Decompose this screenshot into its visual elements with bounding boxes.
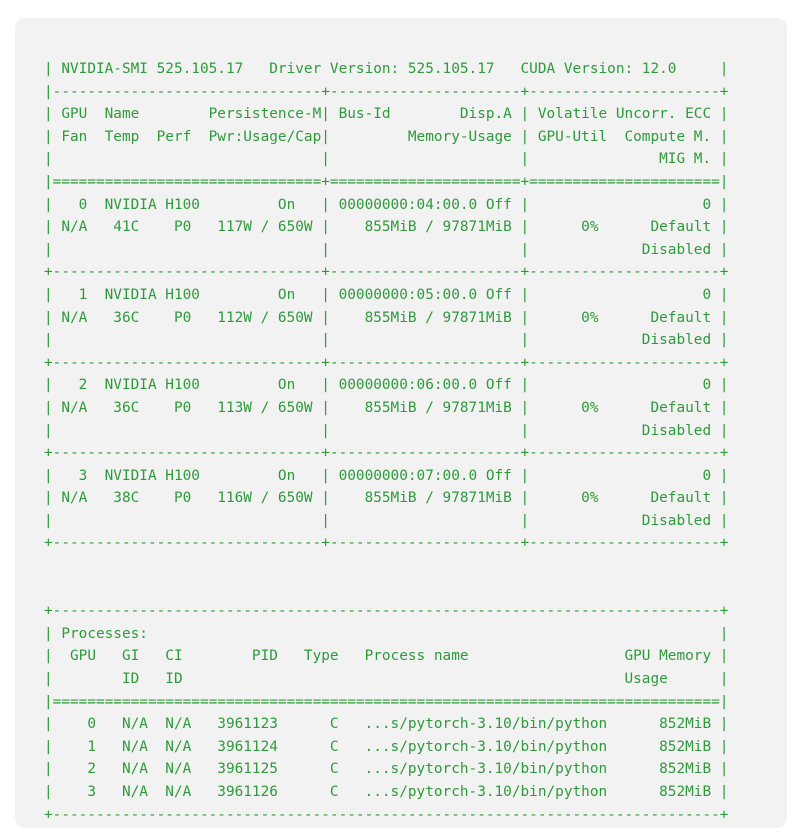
- gpu-table-header-row: | GPU Name Persistence-M| Bus-Id Disp.A …: [44, 106, 729, 123]
- gpu-row-2-line-2: | N/A 36C P0 113W / 650W | 855MiB / 9787…: [44, 399, 729, 416]
- gpu-row-0-line-2: | N/A 41C P0 117W / 650W | 855MiB / 9787…: [44, 219, 729, 236]
- processes-top-border: +---------------------------------------…: [44, 603, 729, 620]
- processes-bottom-border: +---------------------------------------…: [44, 806, 729, 823]
- gpu-row-3-line-2: | N/A 38C P0 116W / 650W | 855MiB / 9787…: [44, 490, 729, 507]
- gpu-row-0-line-1: | 0 NVIDIA H100 On | 00000000:04:00.0 Of…: [44, 196, 729, 213]
- gpu-table-top-border: |-------------------------------+-------…: [44, 83, 729, 100]
- gpu-table-header-separator: |===============================+=======…: [44, 173, 729, 190]
- nvidia-smi-output: | NVIDIA-SMI 525.105.17 Driver Version: …: [44, 58, 728, 826]
- process-row: | 0 N/A N/A 3961123 C ...s/pytorch-3.10/…: [44, 716, 729, 733]
- gpu-row-separator: +-------------------------------+-------…: [44, 354, 729, 371]
- gpu-row-separator: +-------------------------------+-------…: [44, 264, 729, 281]
- processes-header-separator: |=======================================…: [44, 693, 729, 710]
- gpu-table-header-row: | | | MIG M. |: [44, 151, 729, 168]
- process-row: | 1 N/A N/A 3961124 C ...s/pytorch-3.10/…: [44, 738, 729, 755]
- version-line: | NVIDIA-SMI 525.105.17 Driver Version: …: [44, 61, 729, 77]
- gpu-row-0-line-3: | | | Disabled |: [44, 241, 729, 258]
- gpu-row-3-line-1: | 3 NVIDIA H100 On | 00000000:07:00.0 Of…: [44, 467, 729, 484]
- processes-header-row: | ID ID Usage |: [44, 671, 729, 688]
- gpu-row-separator: +-------------------------------+-------…: [44, 445, 729, 462]
- processes-header-row: | GPU GI CI PID Type Process name GPU Me…: [44, 648, 729, 665]
- gpu-row-2-line-3: | | | Disabled |: [44, 422, 729, 439]
- gpu-row-1-line-2: | N/A 36C P0 112W / 650W | 855MiB / 9787…: [44, 309, 729, 326]
- gpu-row-2-line-1: | 2 NVIDIA H100 On | 00000000:06:00.0 Of…: [44, 377, 729, 394]
- process-row: | 3 N/A N/A 3961126 C ...s/pytorch-3.10/…: [44, 784, 729, 800]
- process-row: | 2 N/A N/A 3961125 C ...s/pytorch-3.10/…: [44, 761, 729, 778]
- gpu-row-1-line-1: | 1 NVIDIA H100 On | 00000000:05:00.0 Of…: [44, 286, 729, 303]
- gpu-row-3-line-3: | | | Disabled |: [44, 512, 729, 529]
- processes-title: | Processes: |: [44, 625, 729, 642]
- gpu-table-header-row: | Fan Temp Perf Pwr:Usage/Cap| Memory-Us…: [44, 128, 729, 145]
- gpu-row-separator: +-------------------------------+-------…: [44, 535, 729, 552]
- gpu-row-1-line-3: | | | Disabled |: [44, 332, 729, 349]
